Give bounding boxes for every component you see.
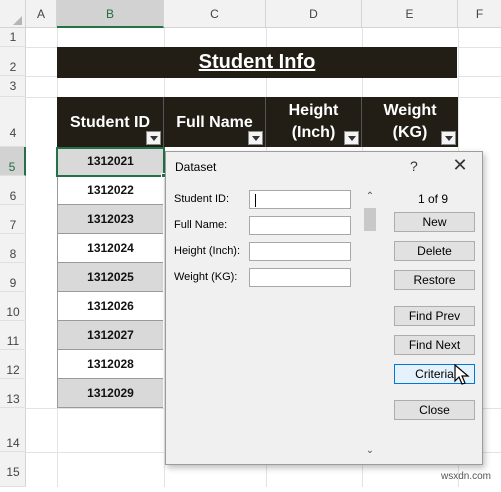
row-header-8[interactable]: 8: [0, 234, 26, 263]
header-height[interactable]: Height (Inch): [266, 97, 362, 147]
field-label-height: Height (Inch):: [174, 245, 241, 257]
weight-field[interactable]: [249, 268, 351, 287]
row-header-4[interactable]: 4: [0, 97, 26, 147]
row-header-5[interactable]: 5: [0, 147, 26, 176]
delete-button[interactable]: Delete: [394, 241, 475, 261]
chevron-down-icon[interactable]: ⌄: [363, 444, 377, 458]
text-caret: [255, 194, 256, 207]
new-button[interactable]: New: [394, 212, 475, 232]
watermark: wsxdn.com: [441, 471, 492, 482]
header-student-id[interactable]: Student ID: [57, 97, 164, 147]
row-header-13[interactable]: 13: [0, 379, 26, 408]
chevron-up-icon[interactable]: ⌃: [363, 190, 377, 204]
record-scrollbar[interactable]: ⌃ ⌄: [363, 190, 377, 458]
header-height-label: Height: [288, 102, 339, 119]
mouse-cursor-icon: [454, 364, 470, 385]
header-full-name-label: Full Name: [176, 114, 253, 131]
find-next-button[interactable]: Find Next: [394, 335, 475, 355]
student-id-cell[interactable]: 1312029: [57, 379, 163, 408]
student-id-cell[interactable]: 1312026: [57, 292, 163, 321]
student-id-cell[interactable]: 1312023: [57, 205, 163, 234]
sheet-title: Student Info: [57, 47, 457, 78]
column-header-e[interactable]: E: [362, 0, 458, 28]
column-header-c[interactable]: C: [164, 0, 266, 28]
student-id-cell[interactable]: 1312022: [57, 176, 163, 205]
filter-dropdown-icon[interactable]: [146, 131, 161, 145]
column-header-a[interactable]: A: [26, 0, 57, 28]
help-icon[interactable]: ?: [410, 158, 418, 174]
row-header-9[interactable]: 9: [0, 263, 26, 292]
scroll-thumb[interactable]: [364, 208, 376, 231]
dialog-title: Dataset: [175, 160, 217, 174]
filter-dropdown-icon[interactable]: [344, 131, 359, 145]
student-id-field[interactable]: [249, 190, 351, 209]
column-header-d[interactable]: D: [266, 0, 362, 28]
row-header-14[interactable]: 14: [0, 408, 26, 452]
field-label-student-id: Student ID:: [174, 193, 230, 205]
student-id-cell[interactable]: 1312027: [57, 321, 163, 350]
data-form-dialog: Dataset ? ✕ Student ID: Full Name: Heigh…: [165, 151, 483, 465]
field-label-weight: Weight (KG):: [174, 271, 238, 283]
column-header-bar: A B C D E F: [0, 0, 501, 28]
filter-dropdown-icon[interactable]: [441, 131, 456, 145]
header-student-id-label: Student ID: [70, 114, 150, 131]
row-header-3[interactable]: 3: [0, 76, 26, 97]
restore-button[interactable]: Restore: [394, 270, 475, 290]
row-header-6[interactable]: 6: [0, 176, 26, 205]
active-cell-border: [56, 147, 165, 177]
column-header-b[interactable]: B: [57, 0, 164, 28]
field-label-full-name: Full Name:: [174, 219, 228, 231]
close-icon[interactable]: ✕: [448, 153, 472, 177]
row-header-2[interactable]: 2: [0, 47, 26, 76]
row-header-bar: 1 2 3 4 5 6 7 8 9 10 11 12 13 14 15: [0, 28, 26, 487]
find-prev-button[interactable]: Find Prev: [394, 306, 475, 326]
header-weight[interactable]: Weight (KG): [362, 97, 458, 147]
header-weight-label: Weight: [383, 102, 437, 119]
header-full-name[interactable]: Full Name: [164, 97, 266, 147]
full-name-field[interactable]: [249, 216, 351, 235]
column-header-f[interactable]: F: [458, 0, 501, 28]
record-counter: 1 of 9: [418, 192, 449, 206]
student-id-cell[interactable]: 1312024: [57, 234, 163, 263]
select-all-corner[interactable]: [0, 0, 26, 28]
row-header-10[interactable]: 10: [0, 292, 26, 321]
height-field[interactable]: [249, 242, 351, 261]
row-header-15[interactable]: 15: [0, 452, 26, 487]
student-id-cell[interactable]: 1312028: [57, 350, 163, 379]
row-header-7[interactable]: 7: [0, 205, 26, 234]
close-button[interactable]: Close: [394, 400, 475, 420]
row-header-1[interactable]: 1: [0, 28, 26, 47]
filter-dropdown-icon[interactable]: [248, 131, 263, 145]
row-header-12[interactable]: 12: [0, 350, 26, 379]
row-header-11[interactable]: 11: [0, 321, 26, 350]
select-all-icon: [13, 16, 22, 25]
student-id-cell[interactable]: 1312025: [57, 263, 163, 292]
